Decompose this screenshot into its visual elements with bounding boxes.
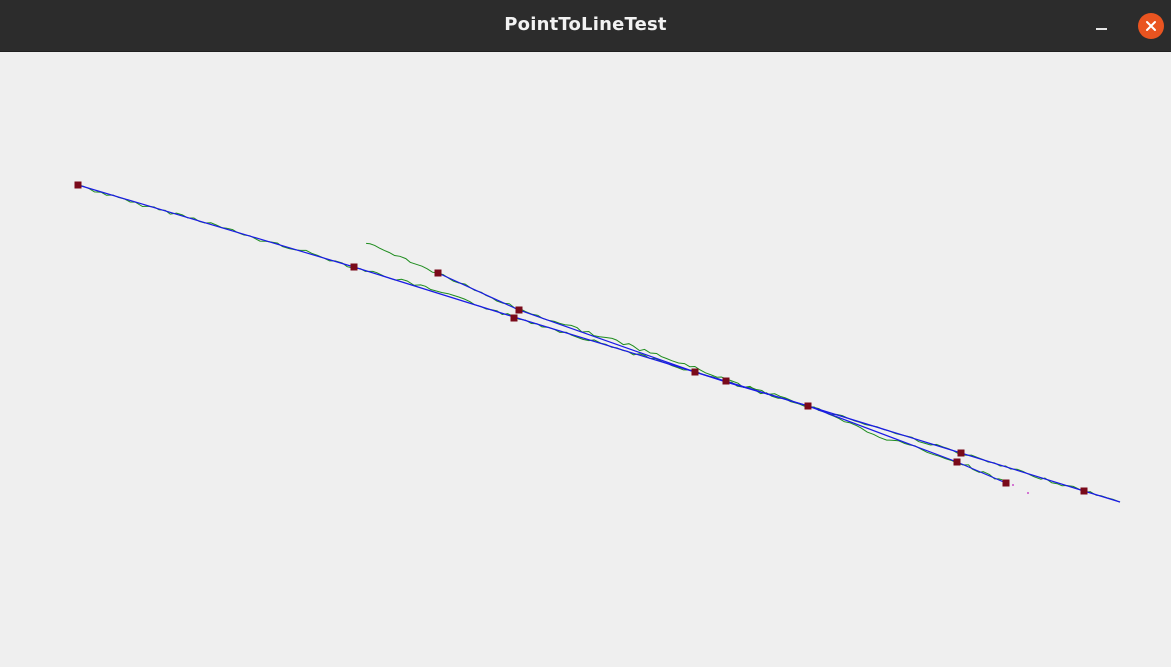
raw-trace-2 [366, 242, 1006, 482]
point-to-line-plot [74, 181, 1121, 503]
window-title: PointToLineTest [504, 14, 667, 35]
stray-point [1012, 484, 1014, 486]
fitted-line-2 [437, 272, 1007, 484]
point-marker [804, 402, 812, 410]
point-marker [953, 458, 961, 466]
point-marker [722, 377, 730, 385]
stray-points-layer [1012, 484, 1029, 494]
close-icon [1146, 21, 1156, 31]
point-marker [957, 449, 965, 457]
app-window: PointToLineTest [0, 0, 1171, 667]
point-marker [350, 263, 358, 271]
point-marker [1002, 479, 1010, 487]
point-marker [515, 306, 523, 314]
point-marker [434, 269, 442, 277]
minimize-icon [1095, 28, 1107, 30]
minimize-button[interactable] [1086, 13, 1116, 39]
stray-point [1027, 492, 1029, 494]
title-bar[interactable]: PointToLineTest [0, 0, 1171, 52]
point-marker [74, 181, 82, 189]
point-marker [1080, 487, 1088, 495]
point-marker [691, 368, 699, 376]
close-button[interactable] [1138, 13, 1164, 39]
point-marker [510, 314, 518, 322]
drawing-canvas[interactable] [0, 52, 1171, 667]
